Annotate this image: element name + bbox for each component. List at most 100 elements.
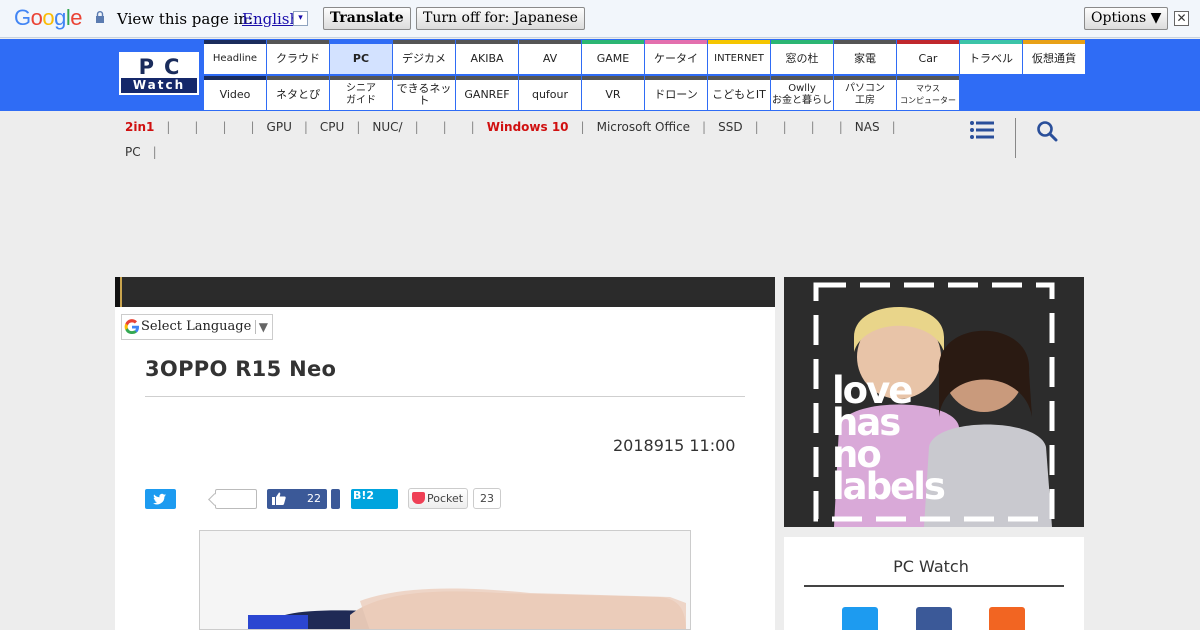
tag-separator: | [442, 120, 447, 134]
article-date: 2018915 11:00 [613, 436, 736, 455]
tag-separator: | [194, 120, 199, 134]
nav-row-primary: Headline クラウド PC デジカメ AKIBA AV GAME ケータイ INTERNE… [204, 40, 1086, 74]
nav-item[interactable]: こどもとIT [708, 76, 770, 110]
nav-item[interactable]: Owlly お金と暮らし [771, 76, 833, 110]
select-language-dropdown[interactable]: Select Language ▼ [121, 314, 273, 340]
nav-item[interactable]: GANREF [456, 76, 518, 110]
twitter-follow-icon[interactable] [842, 607, 878, 630]
nav-item-label: INTERNET [714, 53, 764, 64]
nav-item[interactable]: 仮想通貨 [1023, 40, 1085, 74]
nav-item-label: AV [542, 52, 558, 65]
facebook-like-count: 22 [307, 492, 321, 505]
rss-feed-icon[interactable] [989, 607, 1025, 630]
language-link[interactable]: English [242, 10, 299, 28]
topic-tag[interactable]: CPU [320, 120, 344, 134]
nav-item-label: こどもとIT [712, 88, 766, 101]
nav-item[interactable]: AKIBA [456, 40, 518, 74]
nav-item[interactable]: AV [519, 40, 581, 74]
nav-item[interactable]: Video [204, 76, 266, 110]
tag-separator: | [152, 145, 157, 159]
topic-tag[interactable]: PC [125, 145, 141, 159]
nav-item[interactable]: Headline [204, 40, 266, 74]
thumbs-up-icon [272, 492, 286, 505]
nav-item[interactable]: トラベル [960, 40, 1022, 74]
nav-item-label: 仮想通貨 [1032, 52, 1076, 65]
facebook-follow-icon[interactable] [916, 607, 952, 630]
nav-item[interactable]: 家電 [834, 40, 896, 74]
nav-item[interactable]: PC [330, 40, 392, 74]
language-dropdown-icon[interactable]: ▾ [293, 11, 308, 26]
nav-item[interactable]: VR [582, 76, 644, 110]
article-photo[interactable] [199, 530, 691, 630]
google-g-icon [124, 319, 139, 335]
nav-item[interactable]: ケータイ [645, 40, 707, 74]
nav-item[interactable]: デジカメ [393, 40, 455, 74]
nav-item-label: マウス コンピューター [900, 84, 956, 105]
nav-item-label: Car [918, 52, 938, 65]
tag-separator: | [810, 120, 815, 134]
nav-item[interactable]: クラウド [267, 40, 329, 74]
article-card: Select Language ▼ 3OPPO R15 Neo 2018915 … [115, 277, 775, 630]
topic-tag[interactable]: Microsoft Office [597, 120, 690, 134]
article-header-bar [115, 277, 775, 307]
twitter-share-button[interactable] [145, 489, 176, 509]
article-title: 3OPPO R15 Neo [145, 357, 337, 381]
pocket-count: 23 [473, 488, 501, 509]
hatena-bookmark-label: B! [353, 489, 367, 502]
nav-item[interactable]: GAME [582, 40, 644, 74]
topic-tag[interactable]: GPU [267, 120, 292, 134]
nav-item[interactable]: マウス コンピューター [897, 76, 959, 110]
nav-item-label: VR [605, 88, 621, 101]
topic-tag[interactable]: Windows 10 [487, 120, 569, 134]
nav-item[interactable]: できるネット [393, 76, 455, 110]
nav-item-label: ネタとぴ [276, 88, 320, 101]
nav-item-label: クラウド [276, 52, 320, 65]
site-logo[interactable]: PC Watch [119, 52, 199, 95]
facebook-like-button[interactable]: 22 [267, 489, 327, 509]
turn-off-button[interactable]: Turn off for: Japanese [416, 7, 585, 30]
nav-item-label: Headline [212, 53, 258, 64]
topic-tag[interactable]: SSD [718, 120, 742, 134]
follow-box-divider [804, 585, 1064, 587]
nav-item[interactable]: シニア ガイド [330, 76, 392, 110]
tag-separator: | [250, 120, 255, 134]
topic-tag[interactable]: NAS [855, 120, 880, 134]
translate-prompt: View this page in: [117, 10, 254, 28]
pocket-button[interactable]: Pocket [408, 488, 468, 509]
nav-item-label: 家電 [854, 52, 876, 65]
close-icon[interactable]: ✕ [1174, 11, 1189, 26]
nav-item[interactable]: ネタとぴ [267, 76, 329, 110]
google-logo-letter: g [54, 5, 66, 30]
lock-icon [96, 11, 104, 23]
nav-item[interactable]: 窓の杜 [771, 40, 833, 74]
search-icon[interactable] [1036, 120, 1058, 142]
select-language-label: Select Language [141, 319, 252, 334]
nav-item[interactable]: INTERNET [708, 40, 770, 74]
nav-item-label: qufour [531, 88, 569, 101]
header-divider [1015, 118, 1016, 158]
nav-item[interactable]: パソコン 工房 [834, 76, 896, 110]
facebook-share-button[interactable] [331, 489, 340, 509]
hatena-bookmark-button[interactable]: B!2 [351, 489, 398, 509]
nav-item[interactable]: Car [897, 40, 959, 74]
topic-tag[interactable]: 2in1 [125, 120, 154, 134]
tag-line-2: PC | [125, 145, 169, 159]
google-logo-letter: o [42, 5, 55, 30]
google-logo-letter: G [14, 5, 31, 30]
topic-tag[interactable]: NUC/ [372, 120, 402, 134]
menu-icon[interactable] [970, 121, 994, 139]
tag-separator: | [356, 120, 361, 134]
nav-item-label: Owlly お金と暮らし [772, 83, 832, 106]
options-button[interactable]: Options ▼ [1084, 7, 1169, 30]
nav-item-label: できるネット [396, 82, 452, 107]
title-divider [145, 396, 745, 397]
nav-item-label: AKIBA [470, 52, 504, 65]
nav-item-label: GAME [596, 52, 630, 65]
nav-item-label: トラベル [969, 52, 1013, 65]
nav-item[interactable]: ドローン [645, 76, 707, 110]
translate-button[interactable]: Translate [323, 7, 411, 30]
nav-item-label: PC [352, 52, 370, 65]
nav-item[interactable]: qufour [519, 76, 581, 110]
tag-separator: | [166, 120, 171, 134]
nav-item-label: ケータイ [654, 52, 698, 65]
